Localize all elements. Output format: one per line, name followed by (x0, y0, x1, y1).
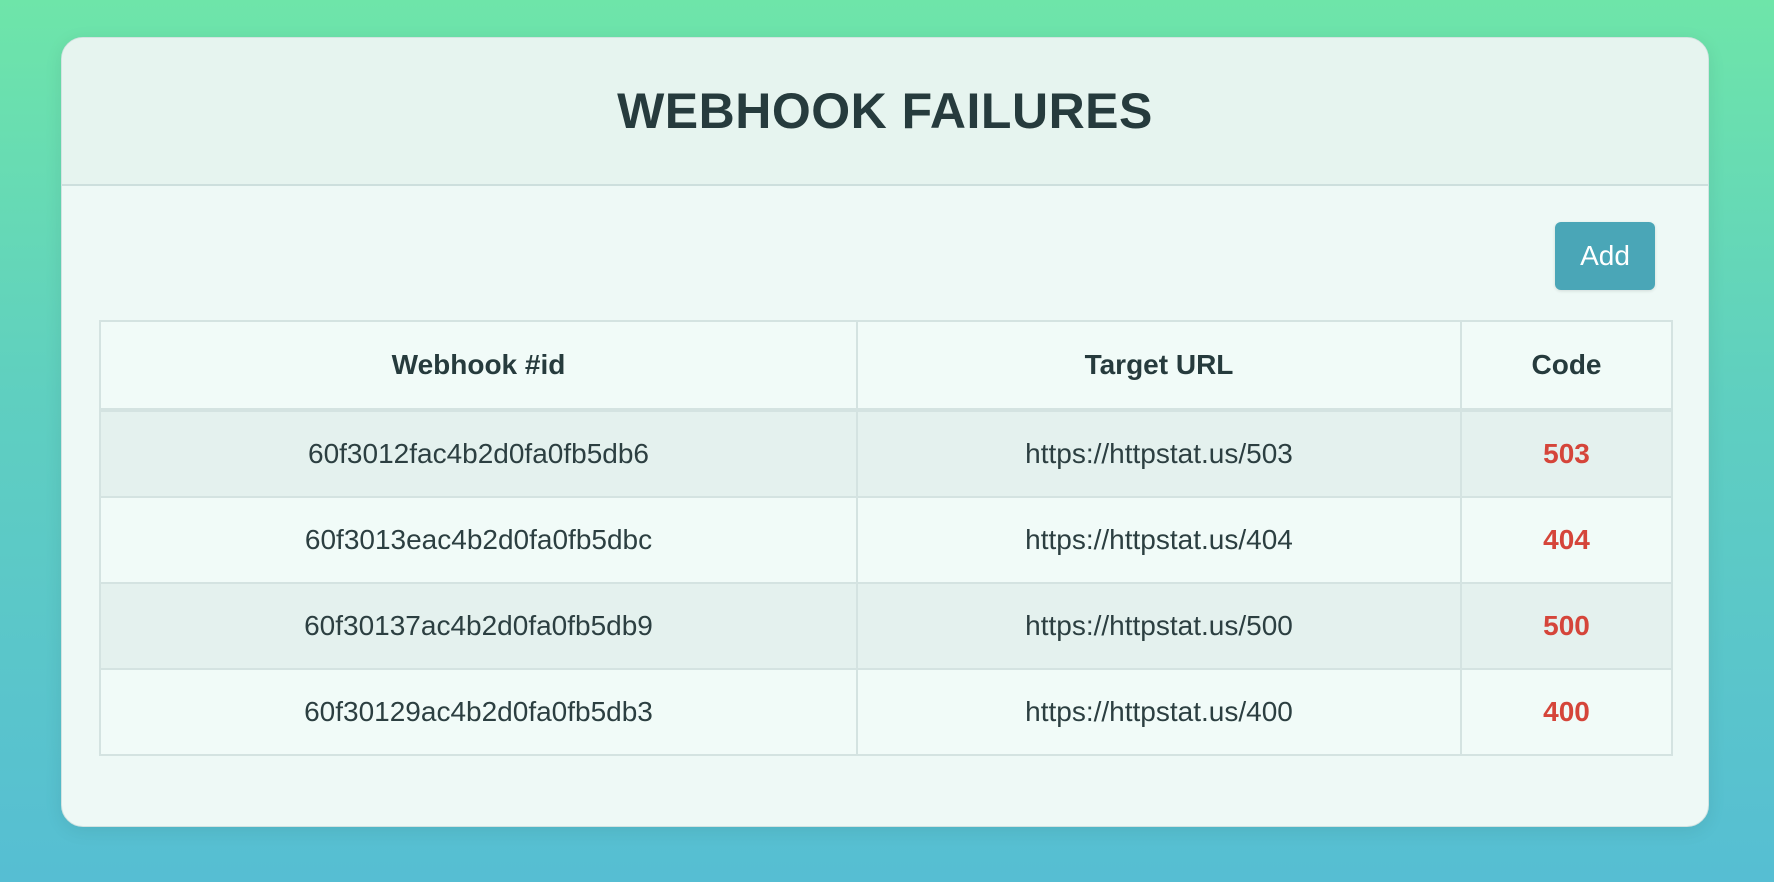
column-header-target-url: Target URL (856, 320, 1462, 412)
webhook-id-cell: 60f30129ac4b2d0fa0fb5db3 (99, 668, 858, 756)
add-button[interactable]: Add (1555, 222, 1655, 290)
status-code-cell: 503 (1460, 409, 1673, 498)
status-code-cell: 500 (1460, 582, 1673, 670)
table-row: 60f30129ac4b2d0fa0fb5db3 https://httpsta… (99, 668, 1673, 756)
table-row: 60f30137ac4b2d0fa0fb5db9 https://httpsta… (99, 582, 1673, 670)
target-url-cell: https://httpstat.us/400 (856, 668, 1462, 756)
target-url-cell: https://httpstat.us/404 (856, 496, 1462, 584)
webhook-id-cell: 60f3012fac4b2d0fa0fb5db6 (99, 409, 858, 498)
status-code-cell: 404 (1460, 496, 1673, 584)
target-url-cell: https://httpstat.us/503 (856, 409, 1462, 498)
column-header-code: Code (1460, 320, 1673, 412)
table-header-row: Webhook #id Target URL Code (99, 320, 1673, 412)
webhook-failures-table: Webhook #id Target URL Code 60f3012fac4b… (99, 320, 1673, 756)
table-row: 60f3013eac4b2d0fa0fb5dbc https://httpsta… (99, 496, 1673, 584)
webhook-failures-card: WEBHOOK FAILURES Add Webhook #id Target … (61, 37, 1709, 827)
status-code-cell: 400 (1460, 668, 1673, 756)
page-title: WEBHOOK FAILURES (617, 83, 1153, 139)
card-header: WEBHOOK FAILURES (62, 38, 1708, 186)
toolbar: Add (1555, 222, 1655, 290)
table-row: 60f3012fac4b2d0fa0fb5db6 https://httpsta… (99, 409, 1673, 498)
target-url-cell: https://httpstat.us/500 (856, 582, 1462, 670)
webhook-id-cell: 60f3013eac4b2d0fa0fb5dbc (99, 496, 858, 584)
webhook-id-cell: 60f30137ac4b2d0fa0fb5db9 (99, 582, 858, 670)
column-header-webhook-id: Webhook #id (99, 320, 858, 412)
